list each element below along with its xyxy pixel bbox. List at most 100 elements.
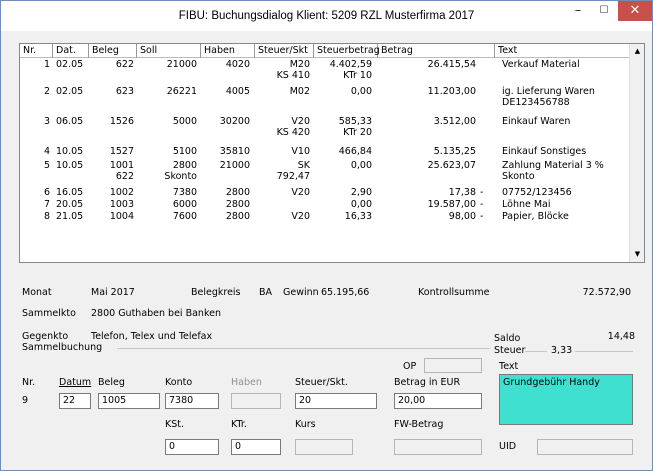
cell-datum: 10.05 <box>56 160 84 171</box>
steuer-label: Steuer <box>494 345 526 356</box>
maximize-icon[interactable]: ☐ <box>591 1 617 21</box>
nr-label: Nr. <box>22 377 36 388</box>
fw-betrag-field[interactable] <box>394 439 482 455</box>
steuer-skt-field[interactable]: 20 <box>295 393 377 409</box>
fw-betrag-label: FW-Betrag <box>394 419 444 430</box>
col-header-haben[interactable]: Haben <box>201 44 255 58</box>
steuer-skt-label: Steuer/Skt. <box>295 377 348 388</box>
cell-kostenstelle: KS 410 <box>276 70 310 81</box>
kurs-label: Kurs <box>295 419 316 430</box>
kurs-field[interactable] <box>295 439 353 455</box>
cell-soll: 26221 <box>166 86 197 97</box>
betrag-label: Betrag in EUR <box>394 377 461 388</box>
booking-grid[interactable]: Nr. Dat. Beleg Soll Haben Steuer/Skt Ste… <box>19 43 645 263</box>
sammelkto-label: Sammelkto <box>22 308 76 319</box>
kst-label: KSt. <box>165 419 185 430</box>
col-header-betrag[interactable]: Betrag <box>378 44 495 58</box>
cell-soll: 7380 <box>172 187 197 198</box>
cell-sign: - <box>480 211 484 222</box>
cell-betrag: 3.512,00 <box>433 116 476 127</box>
cell-text: ig. Lieferung Waren <box>502 86 595 97</box>
col-header-text[interactable]: Text <box>495 44 630 58</box>
cell-betrag: 26.415,54 <box>427 59 476 70</box>
betrag-field[interactable]: 20,00 <box>394 393 482 409</box>
table-row[interactable]: 6 16.05 1002 7380 2800 V20 2,90 17,38 - … <box>20 187 630 199</box>
cell-betrag: 19.587,00 <box>427 199 476 210</box>
cell-steuer: V20 <box>291 187 310 198</box>
datum-field[interactable]: 22 <box>59 393 91 409</box>
cell-steuerbetrag: 16,33 <box>344 211 372 222</box>
col-header-beleg[interactable]: Beleg <box>89 44 137 58</box>
close-icon[interactable]: ✕ <box>618 1 652 21</box>
cell-beleg: 622 <box>115 59 134 70</box>
datum-label: Datum <box>59 377 92 388</box>
cell-haben: 2800 <box>225 211 250 222</box>
kontrollsumme-value: 72.572,90 <box>582 287 631 298</box>
sammelkto-value: 2800 Guthaben bei Banken <box>91 308 221 319</box>
gegenkto-value: Telefon, Telex und Telefax <box>91 331 213 342</box>
table-row[interactable]: 5 10.05 1001 622 2800 Skonto 21000 SK 79… <box>20 160 630 184</box>
cell-nr: 2 <box>43 86 50 97</box>
grid-rows: 1 02.05 622 21000 4020 M20 KS 410 4.402,… <box>20 59 630 223</box>
ktr-label: KTr. <box>231 419 247 430</box>
kst-field[interactable]: 0 <box>165 439 219 455</box>
table-row[interactable]: 8 21.05 1004 7600 2800 V20 16,33 98,00 -… <box>20 211 630 223</box>
cell-nr: 3 <box>43 116 50 127</box>
table-row[interactable]: 1 02.05 622 21000 4020 M20 KS 410 4.402,… <box>20 59 630 82</box>
saldo-value: 14,48 <box>607 331 635 342</box>
cell-sign: - <box>480 187 484 198</box>
op-field[interactable] <box>424 358 482 373</box>
cell-steuer: V10 <box>291 146 310 157</box>
vertical-scrollbar[interactable]: ▲ ▼ <box>629 44 644 262</box>
steuer-value: 3,33 <box>551 345 573 356</box>
uid-field[interactable] <box>537 439 633 455</box>
haben-label: Haben <box>231 377 262 388</box>
cell-beleg: 623 <box>115 86 134 97</box>
cell-haben: 30200 <box>219 116 250 127</box>
monat-label: Monat <box>22 287 52 298</box>
table-row[interactable]: 4 10.05 1527 5100 35810 V10 466,84 5.135… <box>20 146 630 158</box>
col-header-steuerbetrag[interactable]: Steuerbetrag <box>314 44 380 58</box>
cell-datum: 20.05 <box>56 199 84 210</box>
cell-sign: - <box>480 199 484 210</box>
cell-soll: 7600 <box>172 211 197 222</box>
cell-datum: 06.05 <box>56 116 84 127</box>
minimize-icon[interactable]: – <box>565 1 591 21</box>
saldo-label: Saldo <box>494 333 521 344</box>
cell-steuerbetrag: 2,90 <box>350 187 372 198</box>
text-field[interactable]: Grundgebühr Handy <box>499 374 633 425</box>
col-header-datum[interactable]: Dat. <box>53 44 89 58</box>
title-bar: FIBU: Buchungsdialog Klient: 5209 RZL Mu… <box>1 1 652 31</box>
cell-beleg: 1001 <box>109 160 134 171</box>
cell-text: Papier, Blöcke <box>502 211 569 222</box>
cell-kostentraeger: KTr 10 <box>343 70 372 81</box>
cell-text: Einkauf Sonstiges <box>502 146 587 157</box>
cell-beleg: 1002 <box>109 187 134 198</box>
cell-steuer: V20 <box>291 211 310 222</box>
cell-kostentraeger: KTr 20 <box>343 127 372 138</box>
beleg-label: Beleg <box>98 377 125 388</box>
booking-form-area: Monat Mai 2017 Belegkreis BA Gewinn 65.1… <box>19 267 645 467</box>
cell-text: Zahlung Material 3 % <box>502 160 604 171</box>
scroll-down-icon[interactable]: ▼ <box>632 249 643 260</box>
col-header-nr[interactable]: Nr. <box>20 44 53 58</box>
konto-field[interactable]: 7380 <box>165 393 219 409</box>
col-header-soll[interactable]: Soll <box>137 44 201 58</box>
cell-haben: 2800 <box>225 199 250 210</box>
cell-beleg: 1526 <box>109 116 134 127</box>
col-header-steuer[interactable]: Steuer/Skt <box>255 44 314 58</box>
text-label: Text <box>499 361 519 372</box>
beleg-field[interactable]: 1005 <box>98 393 160 409</box>
cell-beleg: 1004 <box>109 211 134 222</box>
table-row[interactable]: 3 06.05 1526 5000 30200 V20 KS 420 585,3… <box>20 116 630 140</box>
cell-nr: 4 <box>43 146 50 157</box>
cell-nr: 1 <box>43 59 50 70</box>
cell-steuer: V20 <box>291 116 310 127</box>
ktr-field[interactable]: 0 <box>231 439 281 455</box>
haben-field[interactable] <box>231 393 281 409</box>
cell-nr: 7 <box>43 199 50 210</box>
table-row[interactable]: 2 02.05 623 26221 4005 M02 0,00 11.203,0… <box>20 86 630 110</box>
kontrollsumme-label: Kontrollsumme <box>418 287 490 298</box>
table-row[interactable]: 7 20.05 1003 6000 2800 0,00 19.587,00 - … <box>20 199 630 211</box>
scroll-up-icon[interactable]: ▲ <box>632 46 643 57</box>
